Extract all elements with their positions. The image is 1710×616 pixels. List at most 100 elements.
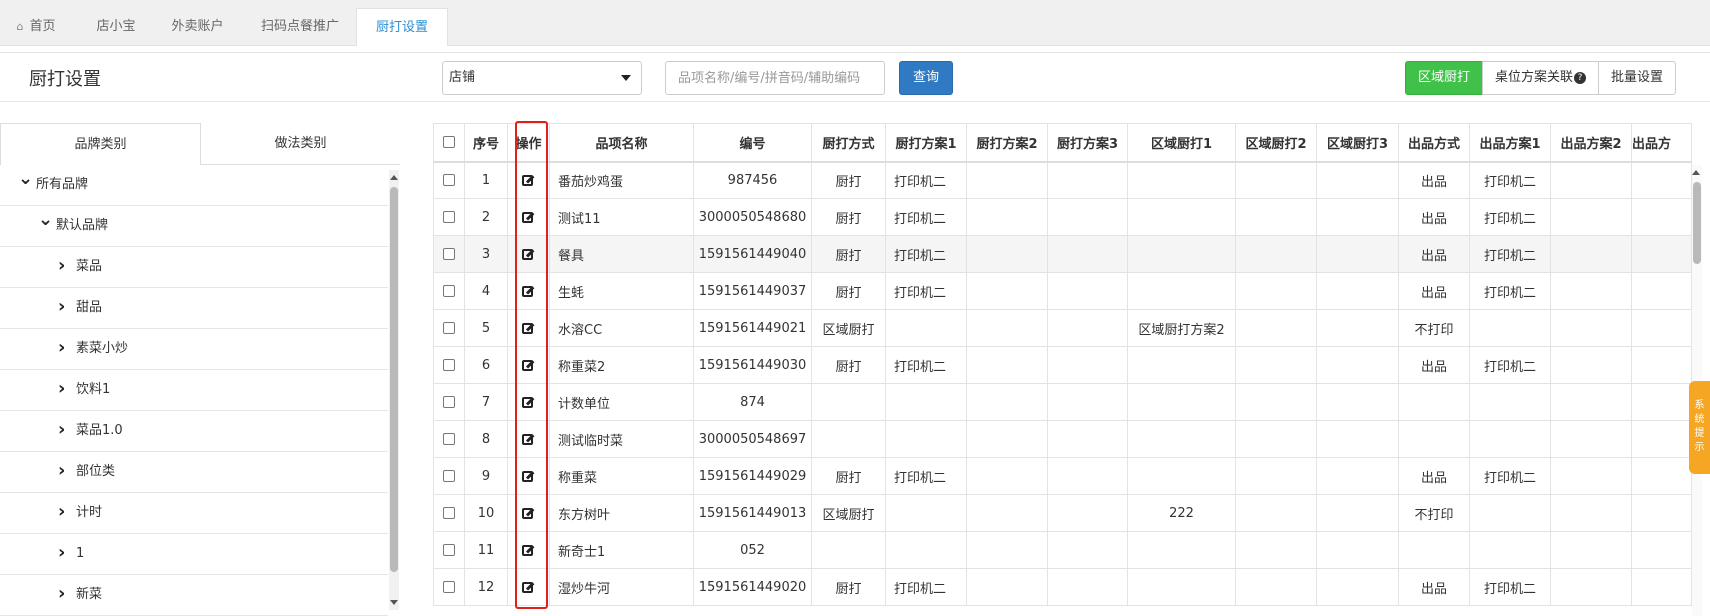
edit-icon[interactable] xyxy=(521,173,536,187)
area-print-button[interactable]: 区域厨打 xyxy=(1405,61,1484,95)
column-header[interactable]: 厨打方案1 xyxy=(885,123,967,163)
table-row[interactable]: 6 称重菜2 1591561449030 厨打 打印机二 出品 打印机二 xyxy=(433,346,1692,384)
column-header[interactable]: 出品方案2 xyxy=(1550,123,1632,163)
column-header[interactable]: 出品方式 xyxy=(1398,123,1470,163)
tree-item[interactable]: › 菜品 xyxy=(0,247,388,288)
row-checkbox[interactable] xyxy=(443,322,455,334)
tab-method-category[interactable]: 做法类别 xyxy=(201,123,400,165)
tab-dianxiaobao[interactable]: 店小宝 xyxy=(80,8,152,46)
store-select[interactable]: 店铺 xyxy=(442,61,642,95)
table-scrollbar-thumb[interactable] xyxy=(1693,182,1701,264)
chevron-right-icon[interactable]: › xyxy=(58,287,65,327)
tree-item[interactable]: › 素菜小炒 xyxy=(0,329,388,370)
column-header[interactable]: 厨打方案2 xyxy=(966,123,1048,163)
column-header[interactable]: 厨打方案3 xyxy=(1047,123,1128,163)
tree-item[interactable]: › 计时 xyxy=(0,493,388,534)
table-row[interactable]: 5 水溶CC 1591561449021 区域厨打 区域厨打方案2 不打印 xyxy=(433,309,1692,347)
tree-item[interactable]: › 菜品1.0 xyxy=(0,411,388,452)
column-header[interactable]: 区域厨打2 xyxy=(1235,123,1317,163)
row-checkbox[interactable] xyxy=(443,248,455,260)
tree-item[interactable]: › 甜品 xyxy=(0,288,388,329)
chevron-right-icon[interactable]: › xyxy=(58,574,65,614)
batch-settings-button[interactable]: 批量设置 xyxy=(1598,61,1677,95)
select-all-checkbox[interactable] xyxy=(443,136,455,149)
edit-icon[interactable] xyxy=(521,506,536,520)
tab-brand-category[interactable]: 品牌类别 xyxy=(0,123,201,165)
tree-item[interactable]: ⌄ 默认品牌 xyxy=(0,206,388,247)
row-checkbox[interactable] xyxy=(443,507,455,519)
table-cell xyxy=(1047,235,1128,273)
edit-icon[interactable] xyxy=(521,210,536,224)
chevron-right-icon[interactable]: › xyxy=(58,328,65,368)
edit-icon[interactable] xyxy=(521,284,536,298)
chevron-down-icon[interactable]: ⌄ xyxy=(38,200,53,240)
chevron-right-icon[interactable]: › xyxy=(58,533,65,573)
table-row[interactable]: 4 生蚝 1591561449037 厨打 打印机二 出品 打印机二 xyxy=(433,272,1692,310)
table-cell xyxy=(1047,568,1128,606)
column-header[interactable]: 品项名称 xyxy=(549,123,694,163)
column-header[interactable]: 厨打方式 xyxy=(811,123,886,163)
query-button[interactable]: 查询 xyxy=(899,61,953,95)
row-checkbox[interactable] xyxy=(443,544,455,556)
edit-icon[interactable] xyxy=(521,358,536,372)
table-plan-link-button[interactable]: 桌位方案关联? xyxy=(1482,61,1600,95)
table-row[interactable]: 8 测试临时菜 3000050548697 xyxy=(433,420,1692,458)
tree-item[interactable]: › 饮料1 xyxy=(0,370,388,411)
column-header[interactable]: 出品方 xyxy=(1631,123,1692,163)
chevron-down-icon[interactable]: ⌄ xyxy=(18,165,33,199)
chevron-right-icon[interactable]: › xyxy=(58,451,65,491)
search-input[interactable] xyxy=(665,61,885,95)
scroll-down-icon[interactable] xyxy=(390,600,398,605)
action-cell xyxy=(507,420,550,458)
edit-icon[interactable] xyxy=(521,543,536,557)
row-checkbox[interactable] xyxy=(443,396,455,408)
row-checkbox[interactable] xyxy=(443,359,455,371)
tree-scrollbar-thumb[interactable] xyxy=(390,187,398,572)
edit-icon[interactable] xyxy=(521,247,536,261)
column-header[interactable]: 编号 xyxy=(693,123,812,163)
edit-icon[interactable] xyxy=(521,580,536,594)
row-checkbox[interactable] xyxy=(443,470,455,482)
column-header[interactable]: 区域厨打3 xyxy=(1316,123,1399,163)
column-header[interactable]: 序号 xyxy=(464,123,508,163)
table-cell xyxy=(1316,494,1399,532)
chevron-right-icon[interactable]: › xyxy=(58,492,65,532)
tree-item[interactable]: › 部位类 xyxy=(0,452,388,493)
tree-item-label: 饮料1 xyxy=(76,382,111,397)
chevron-right-icon[interactable]: › xyxy=(58,246,65,286)
column-header[interactable]: 出品方案1 xyxy=(1469,123,1551,163)
tree-scrollbar[interactable] xyxy=(389,170,399,610)
tree-item[interactable]: › 1 xyxy=(0,534,388,575)
tree-item[interactable]: ⌄ 所有品牌 xyxy=(0,165,388,206)
row-checkbox[interactable] xyxy=(443,285,455,297)
table-row[interactable]: 9 称重菜 1591561449029 厨打 打印机二 出品 打印机二 xyxy=(433,457,1692,495)
tab-scan-order-promo[interactable]: 扫码点餐推广 xyxy=(245,8,355,46)
column-header[interactable]: 区域厨打1 xyxy=(1127,123,1236,163)
table-cell xyxy=(1631,198,1692,236)
table-row[interactable]: 11 新奇士1 052 xyxy=(433,531,1692,569)
edit-icon[interactable] xyxy=(521,432,536,446)
column-header[interactable]: 操作 xyxy=(507,123,550,163)
table-row[interactable]: 7 计数单位 874 xyxy=(433,383,1692,421)
row-checkbox[interactable] xyxy=(443,433,455,445)
scroll-up-icon[interactable] xyxy=(390,175,398,180)
tab-home[interactable]: ⌂ 首页 xyxy=(0,8,72,46)
table-row[interactable]: 2 测试11 3000050548680 厨打 打印机二 出品 打印机二 xyxy=(433,198,1692,236)
scroll-up-icon[interactable] xyxy=(1692,170,1700,175)
edit-icon[interactable] xyxy=(521,469,536,483)
edit-icon[interactable] xyxy=(521,395,536,409)
table-row[interactable]: 12 湿炒牛河 1591561449020 厨打 打印机二 出品 打印机二 xyxy=(433,568,1692,606)
edit-icon[interactable] xyxy=(521,321,536,335)
row-checkbox[interactable] xyxy=(443,174,455,187)
table-row[interactable]: 3 餐具 1591561449040 厨打 打印机二 出品 打印机二 xyxy=(433,235,1692,273)
row-checkbox[interactable] xyxy=(443,581,455,593)
table-row[interactable]: 1 番茄炒鸡蛋 987456 厨打 打印机二 出品 打印机二 xyxy=(433,161,1692,199)
tab-takeout-account[interactable]: 外卖账户 xyxy=(160,8,235,46)
chevron-right-icon[interactable]: › xyxy=(58,369,65,409)
chevron-right-icon[interactable]: › xyxy=(58,410,65,450)
row-checkbox[interactable] xyxy=(443,211,455,223)
system-tip-button[interactable]: 系统提示 xyxy=(1689,381,1710,474)
tree-item[interactable]: › 新菜 xyxy=(0,575,388,616)
tab-kitchen-print-settings[interactable]: 厨打设置 xyxy=(356,8,448,46)
table-row[interactable]: 10 东方树叶 1591561449013 区域厨打 222 不打印 xyxy=(433,494,1692,532)
